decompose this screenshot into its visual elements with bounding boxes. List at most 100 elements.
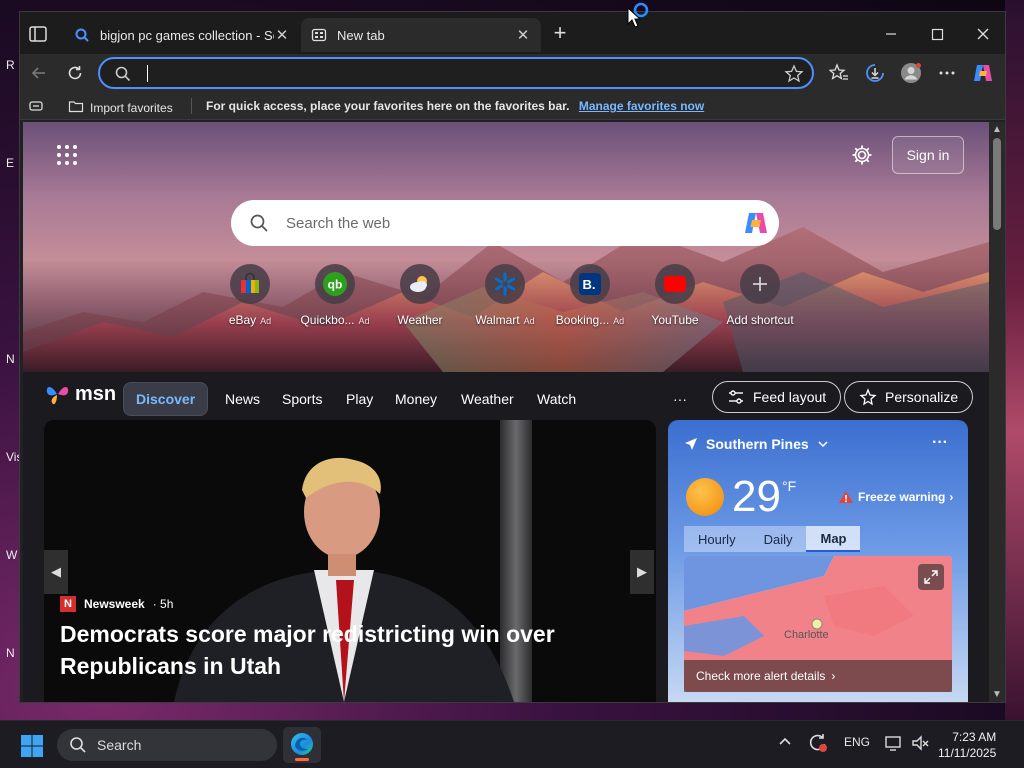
shortcut-quickbooks[interactable]: qb Quickbo... Ad [293, 264, 377, 327]
back-button[interactable] [26, 60, 52, 86]
taskbar: Search ENG 7:23 AM 11/11/2025 [0, 720, 1024, 768]
weather-more-icon[interactable]: ··· [932, 434, 948, 452]
msn-logo-text: msn [75, 382, 117, 405]
ebay-icon [230, 264, 270, 304]
mouse-cursor-icon [627, 2, 651, 33]
scroll-down-icon[interactable]: ▼ [992, 689, 1002, 700]
nav-sports[interactable]: Sports [282, 382, 322, 416]
shortcut-label: eBay [228, 313, 257, 327]
import-favorites-label: Import favorites [90, 100, 173, 115]
minimize-button[interactable] [868, 20, 914, 48]
desktop-icon-label: E [6, 156, 15, 170]
weather-tab-daily[interactable]: Daily [749, 526, 807, 552]
freeze-warning-link[interactable]: Freeze warning › [838, 490, 953, 504]
profile-avatar[interactable] [898, 60, 924, 86]
nav-watch[interactable]: Watch [537, 382, 576, 416]
nav-more-button[interactable]: ··· [673, 382, 687, 416]
weather-tab-map[interactable]: Map [806, 526, 861, 552]
windows-logo-icon [21, 735, 43, 757]
shortcut-booking[interactable]: B. Booking... Ad [548, 264, 632, 327]
shortcut-walmart[interactable]: Walmart Ad [463, 264, 547, 327]
svg-text:B.: B. [583, 277, 596, 292]
add-shortcut-button[interactable]: Add shortcut [718, 264, 802, 327]
booking-icon: B. [570, 264, 610, 304]
address-bar[interactable] [98, 57, 814, 89]
browser-toolbar [20, 54, 1005, 92]
show-hidden-icons-chevron[interactable] [778, 735, 792, 752]
copilot-icon[interactable] [741, 208, 771, 243]
chevron-right-icon: › [949, 490, 954, 504]
expand-map-icon[interactable] [918, 564, 944, 590]
desktop-icon-label: W [6, 548, 18, 562]
search-icon [74, 27, 90, 43]
msn-butterfly-icon [46, 387, 69, 405]
news-age: · 5h [152, 597, 174, 611]
manage-favorites-link[interactable]: Manage favorites now [579, 99, 704, 113]
taskbar-clock[interactable]: 7:23 AM 11/11/2025 [938, 729, 996, 761]
carousel-prev-button[interactable]: ◀ [44, 550, 68, 594]
favorites-button[interactable] [826, 60, 852, 86]
close-window-button[interactable] [960, 20, 1005, 48]
sign-in-button[interactable]: Sign in [892, 136, 964, 174]
shortcut-weather[interactable]: Weather [378, 264, 462, 327]
refresh-button[interactable] [62, 60, 88, 86]
msn-logo[interactable]: msn [45, 382, 116, 406]
personalize-button[interactable]: Personalize [844, 381, 974, 413]
new-tab-button[interactable]: + [548, 22, 572, 46]
weather-location[interactable]: Southern Pines [684, 436, 829, 452]
taskbar-search-label: Search [97, 737, 142, 753]
carousel-next-button[interactable]: ▶ [630, 550, 654, 594]
close-tab-icon[interactable]: ✕ [274, 26, 290, 44]
tab-strip: bigjon pc games collection - Sear ✕ New … [20, 12, 1005, 54]
weather-temperature: 29 [732, 472, 781, 521]
language-indicator[interactable]: ENG [844, 735, 870, 749]
shortcut-ebay[interactable]: eBay Ad [208, 264, 292, 327]
add-favorite-star-icon[interactable] [784, 64, 804, 89]
web-search-box[interactable]: Search the web [231, 200, 779, 246]
sliders-icon [729, 390, 743, 404]
mountain-landscape [23, 227, 989, 372]
close-tab-icon[interactable]: ✕ [515, 26, 531, 44]
nav-news[interactable]: News [225, 382, 260, 416]
feed-layout-button[interactable]: Feed layout [712, 381, 842, 413]
page-scrollbar[interactable]: ▲ ▼ [989, 122, 1005, 702]
more-menu-button[interactable] [934, 60, 960, 86]
tab-search-results[interactable]: bigjon pc games collection - Sear ✕ [64, 18, 300, 52]
maximize-button[interactable] [914, 20, 960, 48]
nav-discover[interactable]: Discover [123, 382, 209, 416]
clock-time: 7:23 AM [952, 730, 997, 744]
desktop-left-edge: R E N Vis W N [0, 0, 22, 720]
search-icon [70, 737, 86, 753]
taskbar-edge-button[interactable] [283, 727, 321, 763]
nav-weather[interactable]: Weather [461, 382, 514, 416]
ad-badge: Ad [260, 316, 272, 326]
volume-muted-icon[interactable] [910, 733, 930, 756]
favorites-divider [191, 98, 192, 114]
tab-title: New tab [337, 27, 385, 43]
newtab-icon [311, 27, 327, 43]
taskbar-search[interactable]: Search [57, 729, 277, 761]
start-button[interactable] [20, 734, 44, 763]
tab-actions-icon[interactable] [28, 24, 48, 44]
plus-icon [740, 264, 780, 304]
check-alert-details-link[interactable]: Check more alert details › [684, 660, 952, 692]
network-icon[interactable] [884, 733, 904, 756]
scrollbar-thumb[interactable] [993, 138, 1001, 230]
settings-gear-icon[interactable] [851, 144, 873, 171]
scroll-up-icon[interactable]: ▲ [992, 124, 1002, 135]
nav-play[interactable]: Play [346, 382, 373, 416]
downloads-button[interactable] [862, 60, 888, 86]
quickbooks-icon: qb [315, 264, 355, 304]
weather-tab-hourly[interactable]: Hourly [684, 526, 750, 552]
copilot-icon[interactable] [970, 60, 996, 86]
news-feed-card[interactable]: ◀ ▶ N Newsweek · 5h Democrats score majo… [44, 420, 656, 702]
shortcut-youtube[interactable]: YouTube [633, 264, 717, 327]
weather-tabs: Hourly Daily Map [684, 526, 861, 552]
import-favorites-button[interactable]: Import favorites [68, 98, 173, 117]
nav-money[interactable]: Money [395, 382, 437, 416]
apps-launcher-icon[interactable] [56, 144, 78, 166]
collections-icon[interactable] [28, 98, 44, 117]
news-headline[interactable]: Democrats score major redistricting win … [60, 618, 580, 682]
sync-alert-icon[interactable] [808, 733, 828, 756]
tab-new-tab[interactable]: New tab ✕ [301, 18, 541, 52]
